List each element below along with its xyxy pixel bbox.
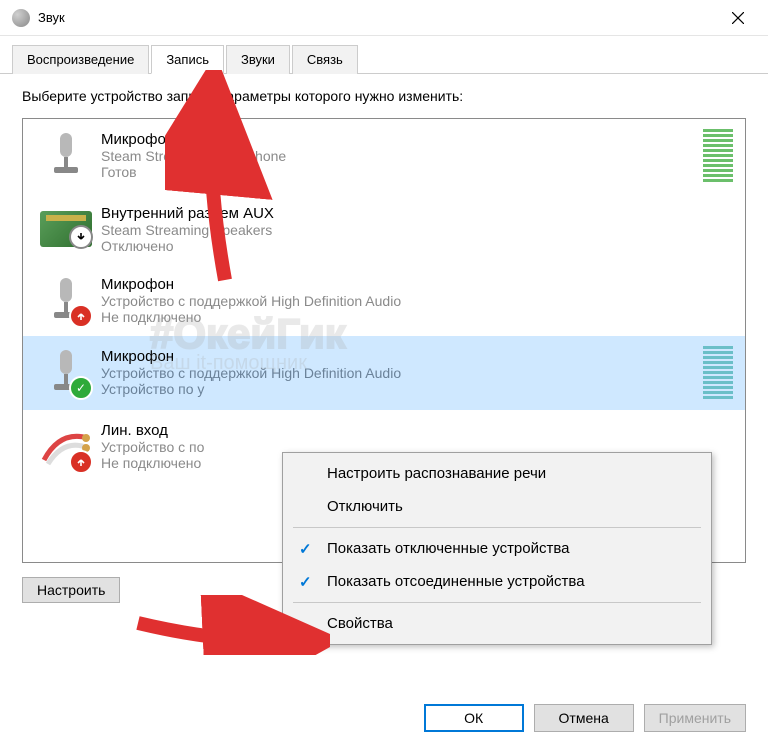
device-name: Лин. вход xyxy=(101,422,733,439)
device-row[interactable]: Микрофон Устройство с поддержкой High De… xyxy=(23,264,745,336)
menu-separator xyxy=(293,602,701,603)
device-info: Микрофон Устройство с поддержкой High De… xyxy=(101,346,703,397)
device-subtitle: Устройство с поддержкой High Definition … xyxy=(101,293,733,309)
device-subtitle: Steam Streaming Speakers xyxy=(101,222,733,238)
device-status: Не подключено xyxy=(101,309,733,325)
device-icon-wrap: ✓ xyxy=(31,346,101,398)
device-icon-wrap xyxy=(31,203,101,247)
device-row-selected[interactable]: ✓ Микрофон Устройство с поддержкой High … xyxy=(23,336,745,410)
tab-recording[interactable]: Запись xyxy=(151,45,224,74)
menu-disable[interactable]: Отключить xyxy=(283,490,711,523)
level-meter xyxy=(703,346,733,400)
device-info: Микрофон Steam Streaming Microphone Гото… xyxy=(101,129,703,180)
device-status: Отключено xyxy=(101,238,733,254)
tab-sounds[interactable]: Звуки xyxy=(226,45,290,74)
device-icon-wrap xyxy=(31,129,101,181)
apply-button[interactable]: Применить xyxy=(644,704,746,732)
default-badge-icon: ✓ xyxy=(69,376,93,400)
titlebar: Звук xyxy=(0,0,768,36)
menu-separator xyxy=(293,527,701,528)
tab-communications[interactable]: Связь xyxy=(292,45,358,74)
close-icon xyxy=(732,12,744,24)
level-meter xyxy=(703,129,733,183)
microphone-icon xyxy=(40,129,92,181)
device-name: Внутренний разъем AUX xyxy=(101,205,733,222)
device-name: Микрофон xyxy=(101,276,733,293)
configure-button[interactable]: Настроить xyxy=(22,577,120,603)
context-menu: Настроить распознавание речи Отключить П… xyxy=(282,452,712,645)
device-subtitle: Steam Streaming Microphone xyxy=(101,148,703,164)
device-icon-wrap xyxy=(31,274,101,326)
tab-playback[interactable]: Воспроизведение xyxy=(12,45,149,74)
device-icon-wrap xyxy=(31,420,101,472)
tab-strip: Воспроизведение Запись Звуки Связь xyxy=(0,36,768,74)
menu-show-disconnected[interactable]: Показать отсоединенные устройства xyxy=(283,565,711,598)
close-button[interactable] xyxy=(718,4,758,32)
device-row[interactable]: Микрофон Steam Streaming Microphone Гото… xyxy=(23,119,745,193)
device-info: Микрофон Устройство с поддержкой High De… xyxy=(101,274,733,325)
dialog-buttons: ОК Отмена Применить xyxy=(424,704,746,732)
device-status: Устройство по у xyxy=(101,381,703,397)
device-info: Внутренний разъем AUX Steam Streaming Sp… xyxy=(101,203,733,254)
device-status: Готов xyxy=(101,164,703,180)
device-subtitle: Устройство с поддержкой High Definition … xyxy=(101,365,703,381)
window-title: Звук xyxy=(38,10,65,25)
unplugged-badge-icon xyxy=(69,450,93,474)
device-row[interactable]: Внутренний разъем AUX Steam Streaming Sp… xyxy=(23,193,745,264)
instruction-text: Выберите устройство записи, параметры ко… xyxy=(22,88,746,104)
disabled-badge-icon xyxy=(69,225,93,249)
cancel-button[interactable]: Отмена xyxy=(534,704,634,732)
menu-show-disabled[interactable]: Показать отключенные устройства xyxy=(283,532,711,565)
device-name: Микрофон xyxy=(101,348,703,365)
sound-window: Звук Воспроизведение Запись Звуки Связь … xyxy=(0,0,768,744)
device-name: Микрофон xyxy=(101,131,703,148)
menu-properties[interactable]: Свойства xyxy=(283,607,711,640)
unplugged-badge-icon xyxy=(69,304,93,328)
menu-configure-speech[interactable]: Настроить распознавание речи xyxy=(283,457,711,490)
app-icon xyxy=(12,9,30,27)
ok-button[interactable]: ОК xyxy=(424,704,524,732)
